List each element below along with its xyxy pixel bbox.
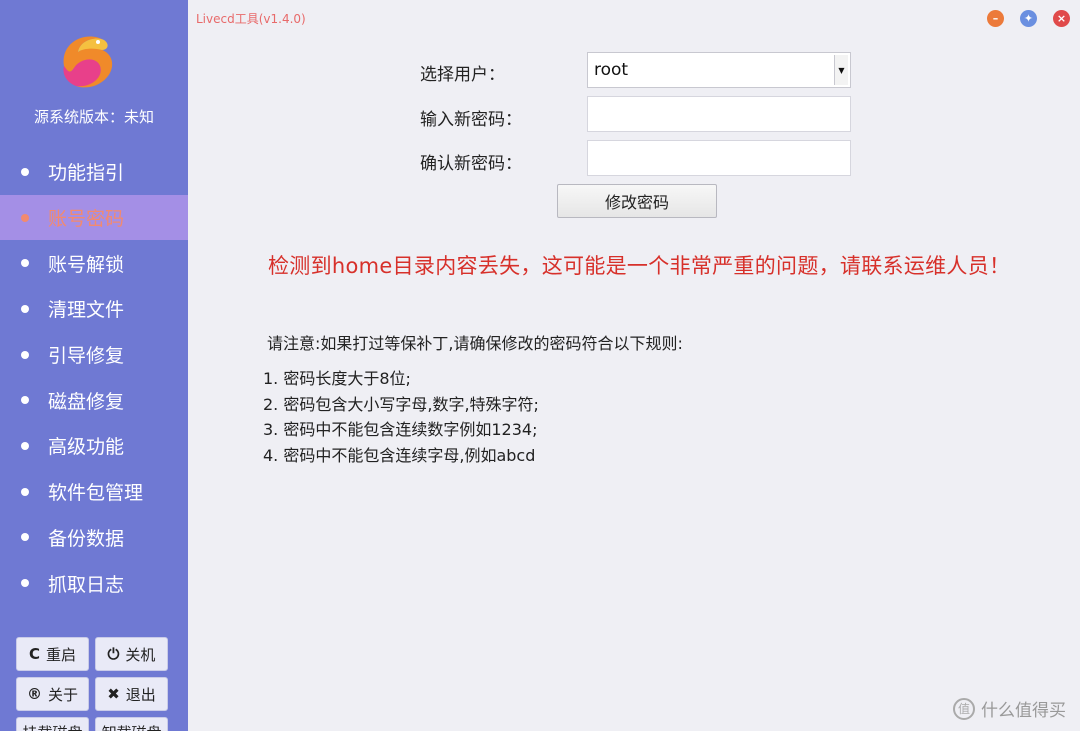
sidebar: 源系统版本：未知 功能指引 账号密码 账号解锁 清理文件 引导修复 磁盘修复 高 xyxy=(0,0,188,731)
bullet-icon xyxy=(18,211,32,225)
about-label: 关于 xyxy=(47,685,78,704)
new-password-input[interactable] xyxy=(587,96,851,132)
system-buttons: C 重启 ⏻ 关机 ® 关于 ✖ 退出 挂载磁盘 卸载磁盘 xyxy=(16,637,176,731)
maximize-icon[interactable]: ✦ xyxy=(1020,10,1037,27)
about-button[interactable]: ® 关于 xyxy=(16,677,89,711)
close-window-icon[interactable]: × xyxy=(1053,10,1070,27)
bullet-icon xyxy=(18,485,32,499)
user-select-value: root xyxy=(594,60,629,80)
exit-label: 退出 xyxy=(125,685,156,704)
bullet-icon xyxy=(18,393,32,407)
sidebar-item-capture-logs[interactable]: 抓取日志 xyxy=(0,560,188,606)
sidebar-item-label: 抓取日志 xyxy=(48,573,125,596)
power-icon: ⏻ xyxy=(107,645,120,663)
source-version-label: 源系统版本：未知 xyxy=(33,108,154,126)
confirm-password-label: 确认新密码： xyxy=(420,154,522,174)
unmount-disk-label: 卸载磁盘 xyxy=(101,722,161,731)
watermark-badge-icon: 值 xyxy=(953,697,975,720)
watermark: 值 什么值得买 xyxy=(953,696,1066,721)
app-logo xyxy=(50,22,130,102)
mount-disk-label: 挂载磁盘 xyxy=(22,722,82,731)
exit-button[interactable]: ✖ 退出 xyxy=(95,677,168,711)
rule-item: 3. 密码中不能包含连续数字例如1234; xyxy=(263,420,538,439)
sidebar-item-clean-files[interactable]: 清理文件 xyxy=(0,286,188,332)
minimize-icon[interactable]: – xyxy=(987,10,1004,27)
bullet-icon xyxy=(18,576,32,590)
reboot-button[interactable]: C 重启 xyxy=(16,637,89,671)
sidebar-item-boot-repair[interactable]: 引导修复 xyxy=(0,332,188,378)
bullet-icon xyxy=(18,439,32,453)
sidebar-item-advanced[interactable]: 高级功能 xyxy=(0,423,188,469)
sidebar-item-label: 账号解锁 xyxy=(48,253,125,276)
warning-message: 检测到home目录内容丢失，这可能是一个非常严重的问题，请联系运维人员！ xyxy=(268,254,1011,278)
sidebar-item-label: 账号密码 xyxy=(48,208,125,231)
bullet-icon xyxy=(18,530,32,544)
sidebar-item-label: 引导修复 xyxy=(48,345,125,368)
change-password-button[interactable]: 修改密码 xyxy=(557,184,717,218)
password-rules: 请注意:如果打过等保补丁,请确保修改的密码符合以下规则: 1. 密码长度大于8位… xyxy=(263,330,683,468)
shutdown-label: 关机 xyxy=(125,645,156,664)
sidebar-item-package-management[interactable]: 软件包管理 xyxy=(0,469,188,515)
window-controls: – ✦ × xyxy=(987,10,1070,27)
sidebar-item-label: 清理文件 xyxy=(48,299,125,322)
window-title: Livecd工具(v1.4.0) xyxy=(196,12,306,26)
bullet-icon xyxy=(18,256,32,270)
reboot-icon: C xyxy=(28,645,40,663)
sidebar-nav: 功能指引 账号密码 账号解锁 清理文件 引导修复 磁盘修复 高级功能 软件包管理… xyxy=(0,149,188,606)
rule-item: 1. 密码长度大于8位; xyxy=(263,369,411,388)
registered-icon: ® xyxy=(26,685,42,703)
sidebar-item-label: 备份数据 xyxy=(48,527,125,550)
sidebar-item-label: 功能指引 xyxy=(48,162,125,185)
sidebar-item-disk-repair[interactable]: 磁盘修复 xyxy=(0,377,188,423)
sidebar-item-guide[interactable]: 功能指引 xyxy=(0,149,188,195)
new-password-label: 输入新密码： xyxy=(420,110,522,130)
close-icon: ✖ xyxy=(107,685,120,703)
sidebar-item-backup-data[interactable]: 备份数据 xyxy=(0,515,188,561)
sidebar-item-label: 磁盘修复 xyxy=(48,390,125,413)
sidebar-item-account-unlock[interactable]: 账号解锁 xyxy=(0,240,188,286)
bullet-icon xyxy=(18,302,32,316)
rule-item: 4. 密码中不能包含连续字母,例如abcd xyxy=(263,445,536,465)
bullet-icon xyxy=(18,348,32,362)
shutdown-button[interactable]: ⏻ 关机 xyxy=(95,637,168,671)
confirm-password-input[interactable] xyxy=(587,140,851,176)
sidebar-item-label: 高级功能 xyxy=(48,436,125,459)
select-user-label: 选择用户： xyxy=(420,65,505,85)
unmount-disk-button[interactable]: 卸载磁盘 xyxy=(95,717,168,731)
sidebar-item-label: 软件包管理 xyxy=(48,482,144,505)
rules-intro: 请注意:如果打过等保补丁,请确保修改的密码符合以下规则: xyxy=(267,334,683,353)
mount-disk-button[interactable]: 挂载磁盘 xyxy=(16,717,89,731)
dropdown-arrow-icon[interactable]: ▼ xyxy=(834,55,848,85)
watermark-text: 什么值得买 xyxy=(981,701,1066,721)
sidebar-item-account-password[interactable]: 账号密码 xyxy=(0,194,188,241)
rule-item: 2. 密码包含大小写字母,数字,特殊字符; xyxy=(263,394,539,414)
reboot-label: 重启 xyxy=(46,645,77,664)
bullet-icon xyxy=(18,165,32,179)
user-select[interactable]: root ▼ xyxy=(587,52,851,88)
